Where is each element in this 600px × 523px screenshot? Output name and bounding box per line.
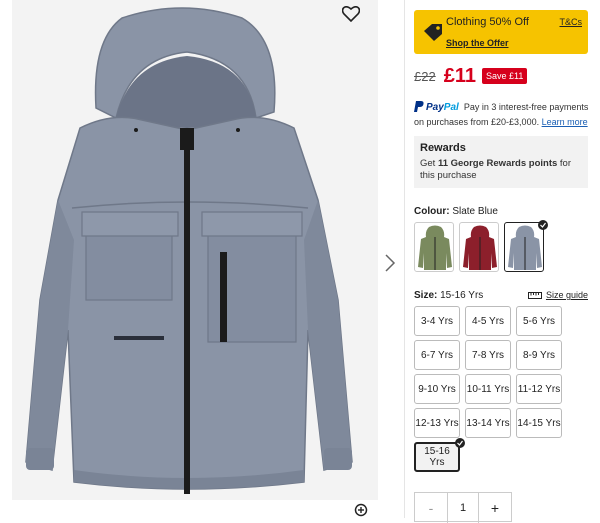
paypal-icon: [414, 101, 424, 112]
size-option[interactable]: 12-13 Yrs: [414, 408, 460, 438]
zoom-icon[interactable]: [354, 503, 370, 519]
product-image[interactable]: [12, 0, 378, 500]
swatch-khaki[interactable]: [414, 222, 454, 272]
slate-blue-jacket-thumb: [508, 225, 542, 270]
rewards-pre: Get: [420, 158, 438, 169]
swatch-slate-blue[interactable]: [504, 222, 544, 272]
colour-label: Colour: Slate Blue: [414, 206, 498, 217]
swatch-burgundy[interactable]: [459, 222, 499, 272]
quantity-decrease-button[interactable]: -: [415, 493, 447, 523]
shop-offer-link[interactable]: Shop the Offer: [446, 38, 509, 48]
size-selected-check-icon: [455, 438, 465, 448]
rewards-points: 11 George Rewards points: [437, 158, 558, 169]
size-option[interactable]: 9-10 Yrs: [414, 374, 460, 404]
size-option[interactable]: 4-5 Yrs: [465, 306, 511, 336]
ruler-icon: [527, 291, 542, 299]
was-price: £22: [414, 68, 436, 84]
size-guide-link[interactable]: Size guide: [527, 290, 588, 300]
quantity-increase-button[interactable]: +: [479, 493, 511, 523]
rewards-box: Rewards Get 11 George Rewards points for…: [414, 136, 588, 188]
rewards-text: Get 11 George Rewards points for this pu…: [420, 158, 582, 182]
chevron-right-icon[interactable]: [383, 252, 397, 274]
size-label-key: Size:: [414, 290, 438, 301]
quantity-value[interactable]: 1: [447, 493, 479, 523]
size-option[interactable]: 7-8 Yrs: [465, 340, 511, 370]
size-option[interactable]: 13-14 Yrs: [465, 408, 511, 438]
jacket-illustration: [12, 0, 378, 500]
khaki-jacket-thumb: [418, 225, 452, 270]
size-option[interactable]: 3-4 Yrs: [414, 306, 460, 336]
paypal-logo: PayPal: [426, 101, 459, 115]
current-price: £11: [443, 64, 476, 87]
heart-icon: [342, 6, 360, 22]
size-guide-label: Size guide: [545, 290, 588, 300]
product-gallery: [0, 0, 383, 518]
size-option[interactable]: 6-7 Yrs: [414, 340, 460, 370]
burgundy-jacket-thumb: [463, 225, 497, 270]
size-option-selected[interactable]: 15-16 Yrs: [414, 442, 460, 472]
size-option[interactable]: 11-12 Yrs: [516, 374, 562, 404]
paypal-learn-more-link[interactable]: Learn more: [542, 117, 588, 127]
selected-check-icon: [538, 220, 548, 230]
promo-title: Clothing 50% Off: [446, 16, 529, 28]
size-label-value: 15-16 Yrs: [440, 290, 484, 301]
paypal-message: PayPal Pay in 3 interest-free payments o…: [414, 100, 592, 129]
size-option[interactable]: 5-6 Yrs: [516, 306, 562, 336]
price-row: £22 £11 Save £11: [414, 64, 528, 88]
terms-link[interactable]: T&Cs: [560, 17, 583, 27]
size-label: Size: 15-16 Yrs: [414, 290, 483, 301]
save-badge: Save £11: [481, 68, 528, 84]
size-option[interactable]: 14-15 Yrs: [516, 408, 562, 438]
favourite-button[interactable]: [342, 6, 364, 28]
paypal-logo-pay: Pay: [426, 102, 444, 113]
rewards-title: Rewards: [420, 142, 466, 154]
colour-label-key: Colour:: [414, 206, 450, 217]
size-option[interactable]: 10-11 Yrs: [465, 374, 511, 404]
promo-banner: Clothing 50% Off Shop the Offer T&Cs: [414, 10, 588, 54]
tag-icon: [424, 24, 442, 41]
size-option[interactable]: 8-9 Yrs: [516, 340, 562, 370]
colour-label-value: Slate Blue: [452, 206, 498, 217]
paypal-logo-pal: Pal: [443, 102, 459, 113]
